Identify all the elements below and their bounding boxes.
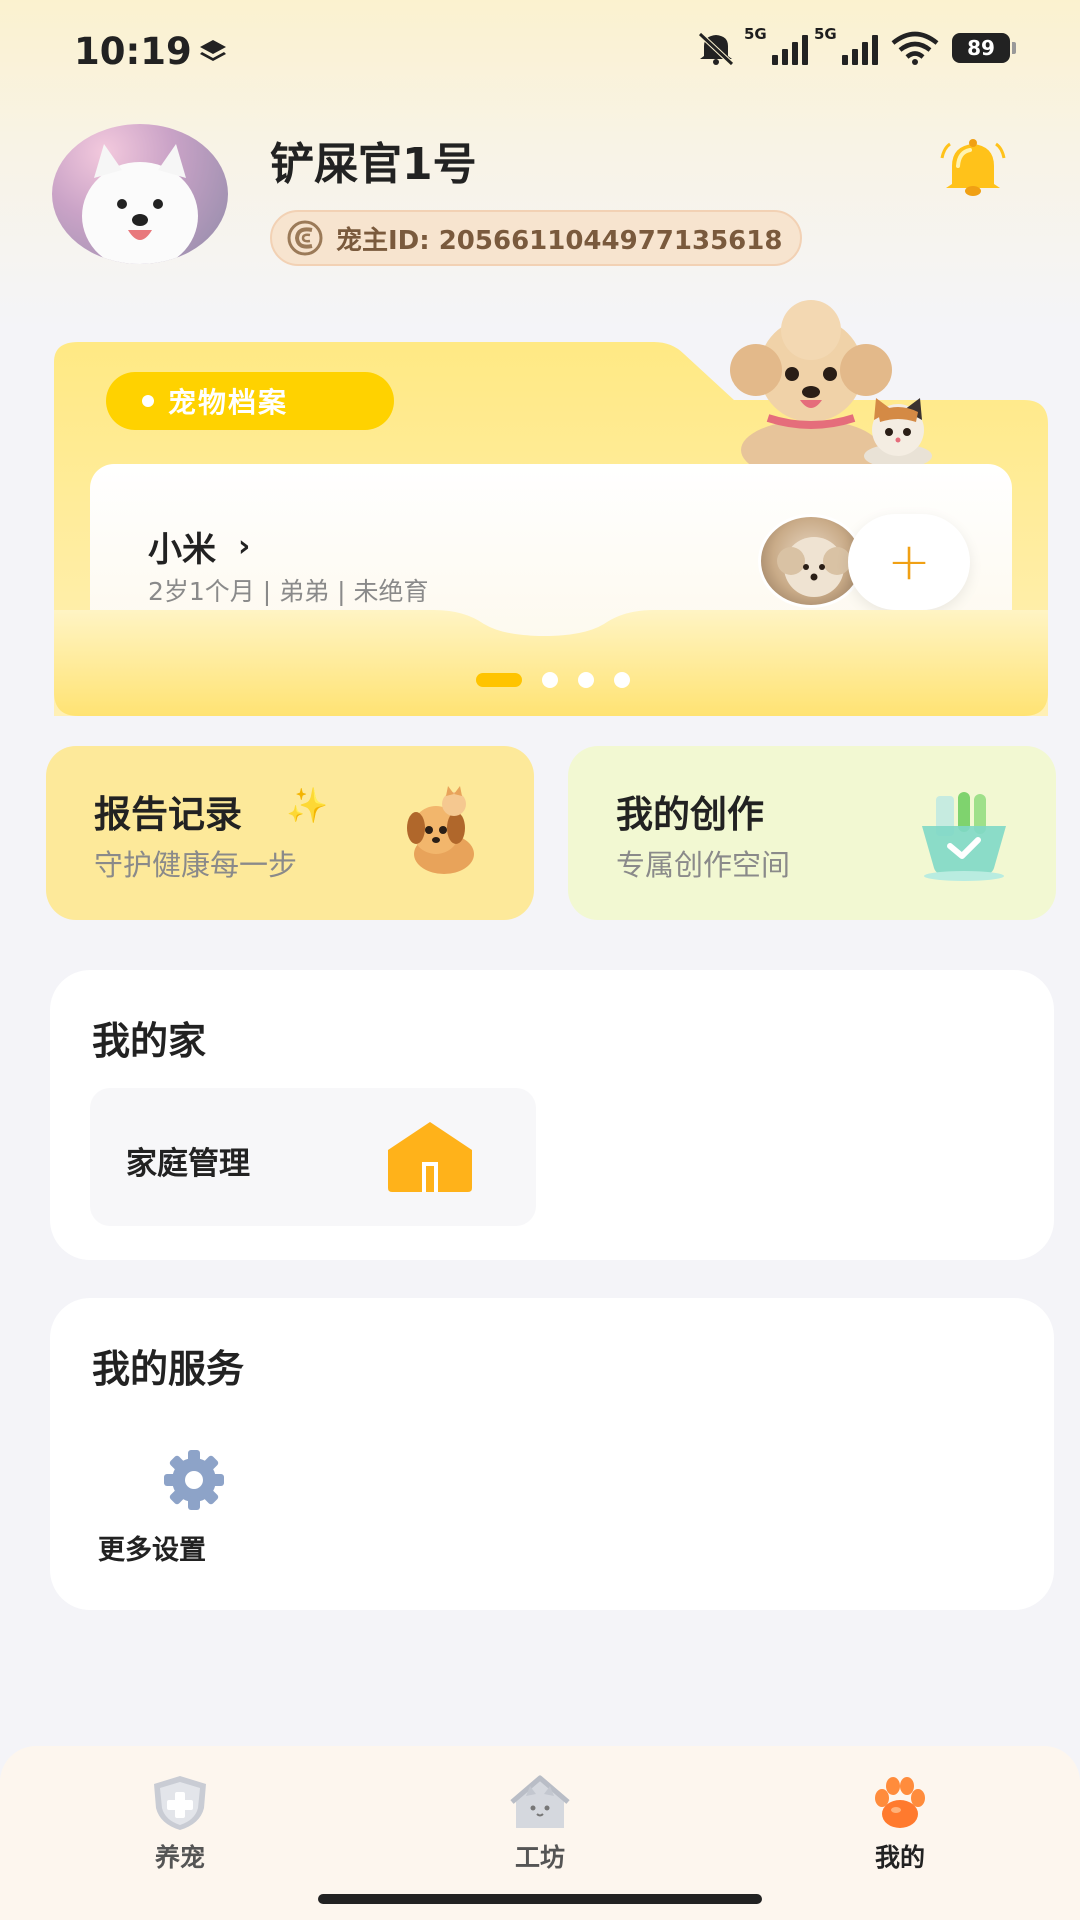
brand-logo-icon <box>287 220 323 256</box>
carousel-dots <box>476 672 630 688</box>
home-indicator[interactable] <box>318 1894 762 1904</box>
my-creations-title: 我的创作 <box>616 793 764 836</box>
add-pet-button[interactable]: + <box>848 514 970 610</box>
status-time: 10:19 <box>74 30 192 73</box>
report-records-title: 报告记录 <box>94 793 242 836</box>
house-icon <box>388 1122 472 1192</box>
gear-icon <box>164 1450 224 1510</box>
cat-illustration <box>864 398 932 466</box>
tab-mine-label: 我的 <box>874 1843 925 1872</box>
pet-archive-tag-label: 宠物档案 <box>168 386 289 419</box>
my-services-title: 我的服务 <box>92 1347 245 1391</box>
avatar[interactable] <box>52 124 228 264</box>
my-home-title: 我的家 <box>92 1019 207 1063</box>
my-creations-card[interactable]: 我的创作 专属创作空间 <box>568 746 1056 920</box>
owner-id-badge[interactable]: 宠主ID: 2056611044977135618 <box>270 210 803 266</box>
carousel-dot <box>542 672 558 688</box>
my-home-section: 我的家 家庭管理 <box>50 970 1054 1260</box>
wifi-icon <box>891 31 939 65</box>
paw-icon <box>875 1777 925 1828</box>
signal-icon: 5G <box>744 25 808 65</box>
folder-front-pocket <box>54 610 1048 716</box>
tag-dot-icon <box>142 395 154 407</box>
carousel-dot <box>614 672 630 688</box>
samoyed-avatar <box>82 144 198 264</box>
report-records-subtitle: 守护健康每一步 <box>94 848 298 882</box>
cat-house-icon <box>510 1775 570 1828</box>
tab-workshop-label: 工坊 <box>514 1843 565 1872</box>
tab-pet-care[interactable]: 养宠 <box>120 1774 240 1884</box>
carousel-dot-active <box>476 673 522 687</box>
my-creations-subtitle: 专属创作空间 <box>616 848 791 882</box>
owner-id-text: 宠主ID: 2056611044977135618 <box>336 225 783 256</box>
chevron-right-icon: › <box>238 529 251 564</box>
bell-icon[interactable] <box>938 136 1008 200</box>
carousel-dot <box>578 672 594 688</box>
creation-basket-icon <box>922 792 1006 881</box>
tab-pet-care-label: 养宠 <box>154 1843 205 1872</box>
pet-info: 2岁1个月 | 弟弟 | 未绝育 <box>148 577 429 606</box>
status-bar: 10:19 5G 5G 89 <box>0 0 1080 100</box>
puppy-icon <box>407 786 474 874</box>
pet-name-link[interactable]: 小米 › <box>148 522 250 571</box>
sparkle-icon: ✨ <box>286 786 329 826</box>
pet-name: 小米 <box>148 530 216 570</box>
family-management-button[interactable]: 家庭管理 <box>90 1088 536 1226</box>
network-type-2: 5G <box>814 25 837 43</box>
report-records-card[interactable]: 报告记录 ✨ 守护健康每一步 <box>46 746 534 920</box>
tab-workshop[interactable]: 工坊 <box>480 1774 600 1884</box>
more-settings-button[interactable]: 更多设置 <box>98 1446 268 1576</box>
signal-icon-2: 5G <box>814 25 878 65</box>
layers-icon <box>200 40 226 61</box>
more-settings-label: 更多设置 <box>98 1535 206 1566</box>
mute-icon <box>698 32 734 66</box>
tab-mine[interactable]: 我的 <box>840 1774 960 1884</box>
network-type: 5G <box>744 25 767 43</box>
pet-archive-tag: 宠物档案 <box>106 372 394 430</box>
username: 铲屎官1号 <box>270 139 477 190</box>
my-services-section: 我的服务 更多设置 <box>50 1298 1054 1610</box>
family-management-label: 家庭管理 <box>126 1146 250 1182</box>
battery-icon: 89 <box>952 33 1016 63</box>
shield-icon <box>154 1776 206 1830</box>
